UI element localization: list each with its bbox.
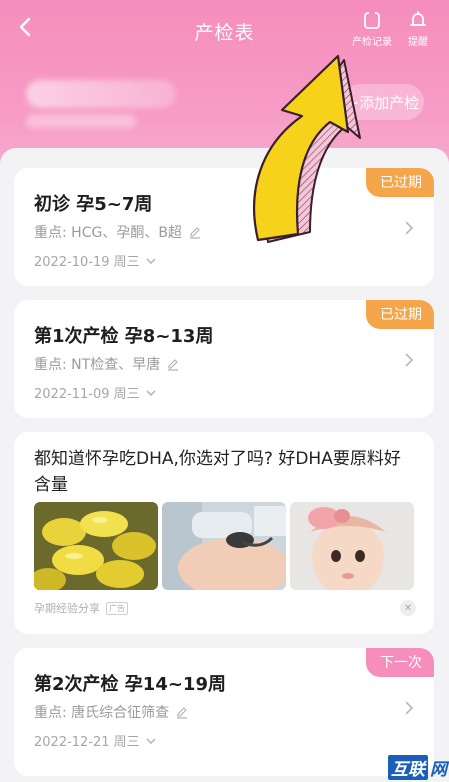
edit-pencil-icon[interactable]: [166, 357, 180, 371]
baby-photo-image[interactable]: [290, 502, 414, 590]
chevron-down-icon: [146, 390, 156, 396]
exam-title: 第1次产检 孕8~13周: [34, 326, 214, 347]
status-badge: 下一次: [366, 648, 434, 677]
chevron-down-icon: [146, 258, 156, 264]
ad-tag: 广告: [106, 601, 128, 615]
exam-focus-text: 重点: HCG、孕酮、B超: [34, 225, 182, 241]
status-badge: 已过期: [366, 168, 434, 197]
exam-date-selector[interactable]: 2022-10-19 周三: [34, 251, 156, 270]
exam-date-selector[interactable]: 2022-12-21 周三: [34, 731, 156, 750]
exam-focus-text: 重点: 唐氏综合征筛查: [34, 705, 170, 721]
edit-pencil-icon[interactable]: [175, 705, 189, 719]
dha-capsules-image[interactable]: [34, 502, 158, 590]
exam-date: 2022-11-09 周三: [34, 387, 140, 402]
status-badge: 已过期: [366, 300, 434, 329]
prenatal-checkup-image[interactable]: [162, 502, 286, 590]
ad-card[interactable]: 都知道怀孕吃DHA,你选对了吗? 好DHA要原料好含量 孕期经验分享 广告 ✕: [14, 432, 434, 634]
chevron-right-icon: [405, 353, 414, 367]
reminder-button[interactable]: 提醒: [388, 10, 448, 48]
exam-card[interactable]: 已过期 初诊 孕5~7周 重点: HCG、孕酮、B超 2022-10-19 周三: [14, 168, 434, 286]
exam-focus: 重点: 唐氏综合征筛查: [34, 702, 189, 722]
exam-focus: 重点: NT检查、早唐: [34, 354, 180, 374]
user-info-blurred: [26, 80, 176, 108]
bell-icon: [410, 11, 426, 26]
annotation-arrow-icon: [253, 54, 361, 243]
exam-date: 2022-12-21 周三: [34, 735, 140, 750]
ad-close-button[interactable]: ✕: [400, 600, 416, 616]
watermark-logo: 互联 网: [388, 755, 447, 780]
exam-date-selector[interactable]: 2022-11-09 周三: [34, 383, 156, 402]
ad-source: 孕期经验分享: [34, 602, 100, 615]
exam-list-sheet: 已过期 初诊 孕5~7周 重点: HCG、孕酮、B超 2022-10-19 周三…: [0, 148, 449, 782]
record-icon: [364, 11, 380, 29]
edit-pencil-icon[interactable]: [188, 225, 202, 239]
ad-title: 都知道怀孕吃DHA,你选对了吗? 好DHA要原料好含量: [34, 449, 401, 495]
exam-card[interactable]: 下一次 第2次产检 孕14~19周 重点: 唐氏综合征筛查 2022-12-21…: [14, 648, 434, 776]
watermark-box-text: 互联: [388, 755, 428, 780]
exam-focus-text: 重点: NT检查、早唐: [34, 357, 161, 373]
reminder-label: 提醒: [408, 37, 428, 48]
exam-date: 2022-10-19 周三: [34, 255, 140, 270]
exam-title: 初诊 孕5~7周: [34, 194, 153, 215]
exam-title: 第2次产检 孕14~19周: [34, 674, 226, 695]
chevron-right-icon: [405, 221, 414, 235]
chevron-right-icon: [405, 701, 414, 715]
exam-focus: 重点: HCG、孕酮、B超: [34, 222, 202, 242]
chevron-down-icon: [146, 738, 156, 744]
user-subinfo-blurred: [26, 114, 136, 128]
ad-footer: 孕期经验分享 广告: [34, 600, 128, 616]
exam-card[interactable]: 已过期 第1次产检 孕8~13周 重点: NT检查、早唐 2022-11-09 …: [14, 300, 434, 418]
watermark-text: 网: [430, 760, 447, 780]
